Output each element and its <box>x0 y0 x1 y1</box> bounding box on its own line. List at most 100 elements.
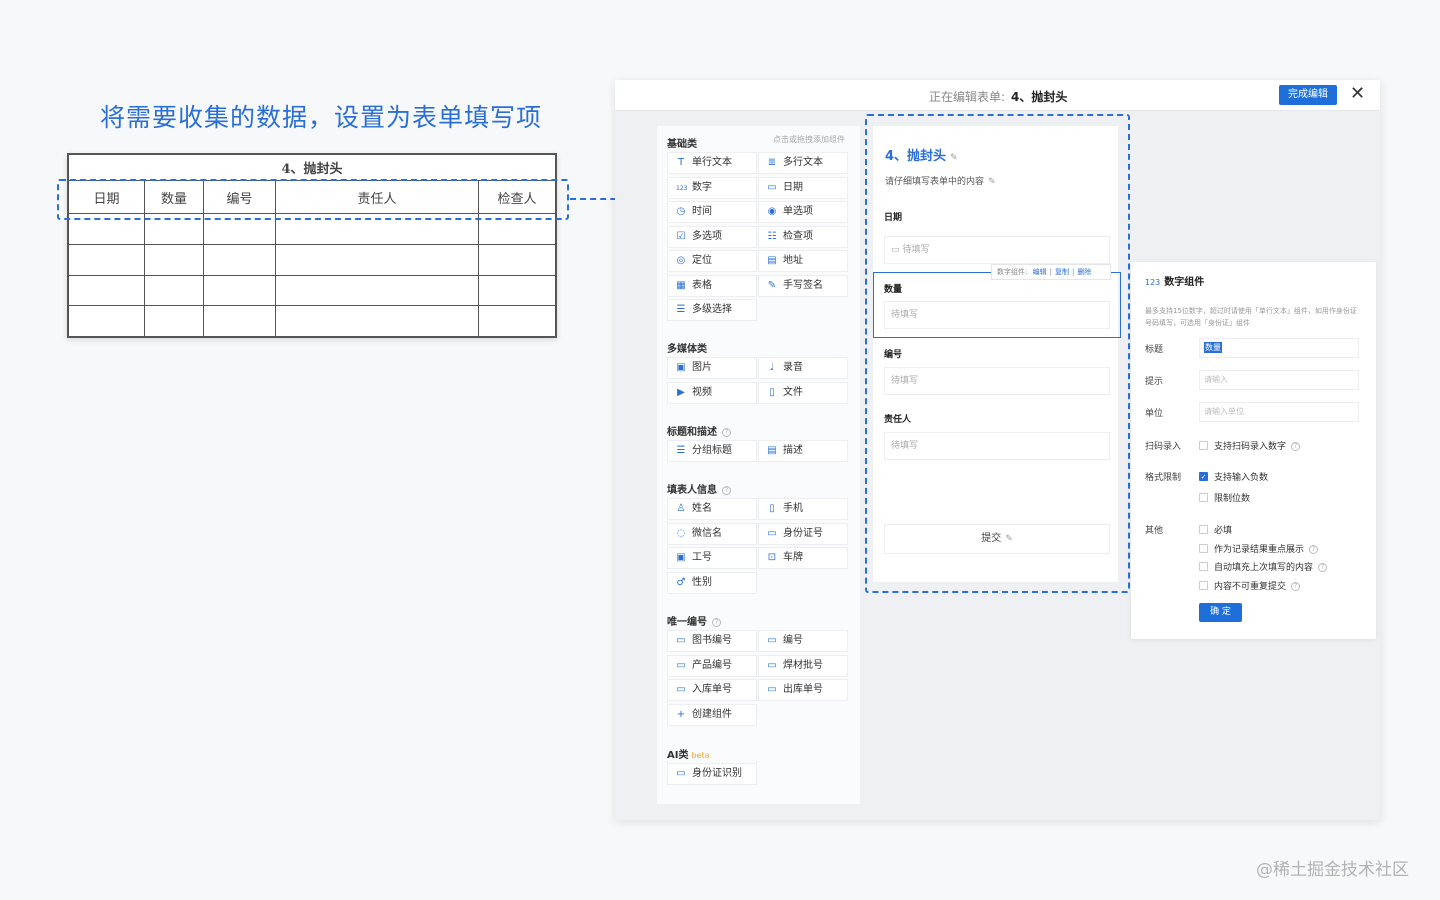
palette-item[interactable]: ▭ 产品编号 <box>667 654 757 677</box>
palette-item-label: 录音 <box>783 362 803 373</box>
palette-item[interactable]: T 单行文本 <box>667 152 757 174</box>
palette-item-label: 地址 <box>783 255 803 266</box>
component-icon: ▤ <box>767 445 777 456</box>
editor-topbar: 正在编辑表单: 4、抛封头 完成编辑 ✕ <box>615 80 1380 111</box>
component-icon: + <box>676 708 686 720</box>
component-icon: ⊡ <box>767 552 777 563</box>
palette-item[interactable]: ☰ 多级选择 <box>667 299 757 321</box>
confirm-button[interactable]: 确 定 <box>1199 603 1242 622</box>
palette-item-label: 创建组件 <box>692 708 732 720</box>
properties-description: 最多支持15位数字，超过时请使用「单行文本」组件，如用作身份证号码填写，可选用「… <box>1145 307 1357 327</box>
help-icon: ? <box>1291 442 1301 451</box>
palette-item[interactable]: ◌ 微信名 <box>667 522 757 545</box>
component-icon: ▭ <box>676 635 686 646</box>
palette-item[interactable]: ▣ 工号 <box>667 547 757 569</box>
palette-item-label: 定位 <box>692 255 712 266</box>
scan-label: 扫码录入 <box>1145 442 1182 452</box>
palette-item-label: 车牌 <box>783 552 803 563</box>
palette-item[interactable]: ▣ 图片 <box>667 357 757 379</box>
component-icon: ◉ <box>767 206 777 217</box>
scan-option[interactable]: 支持扫码录入数字? <box>1199 439 1301 452</box>
checkbox[interactable] <box>1199 441 1208 450</box>
palette-item-label: 文件 <box>783 386 803 398</box>
palette-item-label: 多级选择 <box>692 304 732 315</box>
palette-item-label: 分组标题 <box>692 445 732 456</box>
component-icon: ◌ <box>676 527 686 539</box>
beta-badge: beta <box>691 751 710 760</box>
palette-item[interactable]: ≣ 多行文本 <box>758 152 848 174</box>
limit-digits-label: 限制位数 <box>1214 494 1251 504</box>
palette-item[interactable]: ✎ 手写签名 <box>758 274 848 297</box>
palette-section-title-text: 填表人信息 <box>667 485 717 496</box>
palette-item-label: 数字 <box>692 181 712 193</box>
palette-section-title-text: AI类 <box>667 750 689 761</box>
component-icon: ☰ <box>676 304 686 315</box>
checkbox[interactable] <box>1199 544 1208 553</box>
number-icon: 123 <box>1145 278 1161 287</box>
palette-item[interactable]: ♂ 性别 <box>667 571 757 594</box>
palette-item[interactable]: 123 数字 <box>667 176 757 199</box>
autofill-option[interactable]: 自动填充上次填写的内容? <box>1199 560 1328 573</box>
palette-item-label: 姓名 <box>692 503 712 514</box>
checkbox[interactable] <box>1199 525 1208 534</box>
palette-item[interactable]: ⊡ 车牌 <box>758 547 848 569</box>
properties-panel: 123 数字组件 最多支持15位数字，超过时请使用「单行文本」组件，如用作身份证号… <box>1131 262 1376 639</box>
palette-section-title-text: 唯一编号 <box>667 617 707 628</box>
palette-item[interactable]: ▯ 文件 <box>758 381 848 404</box>
title-input[interactable]: 数量 <box>1199 338 1359 358</box>
palette-item-label: 身份证号 <box>783 527 823 539</box>
required-option[interactable]: 必填 <box>1199 523 1232 536</box>
palette-item[interactable]: ▭ 身份证识别 <box>667 763 757 785</box>
palette-item[interactable]: ☷ 检查项 <box>758 225 848 248</box>
unit-input[interactable]: 请输入单位 <box>1199 402 1359 422</box>
palette-item[interactable]: ▭ 身份证号 <box>758 522 848 545</box>
limit-digits-option[interactable]: 限制位数 <box>1199 491 1250 504</box>
palette-item[interactable]: ▭ 焊材批号 <box>758 654 848 677</box>
component-icon: ▭ <box>767 635 777 646</box>
editing-label: 正在编辑表单: <box>929 90 1006 104</box>
palette-item-label: 入库单号 <box>692 684 732 695</box>
palette-item[interactable]: + 创建组件 <box>667 703 757 726</box>
component-icon: ▣ <box>676 552 686 563</box>
checkbox-checked[interactable]: ✓ <box>1199 472 1208 481</box>
palette-item-label: 编号 <box>783 635 803 646</box>
palette-item[interactable]: ▯ 手机 <box>758 498 848 520</box>
component-icon: ▯ <box>769 386 775 398</box>
checkbox[interactable] <box>1199 493 1208 502</box>
editing-form-name: 4、抛封头 <box>1011 90 1068 104</box>
palette-item[interactable]: ☑ 多选项 <box>667 225 757 248</box>
help-icon: ? <box>712 617 721 627</box>
palette-item[interactable]: ▭ 出库单号 <box>758 679 848 701</box>
checkbox[interactable] <box>1199 581 1208 590</box>
palette-item-label: 性别 <box>692 576 712 588</box>
palette-item[interactable]: ◉ 单选项 <box>758 201 848 223</box>
palette-item[interactable]: ▶ 视频 <box>667 381 757 404</box>
palette-item[interactable]: ▤ 描述 <box>758 440 848 462</box>
palette-section-title: AI类 beta <box>667 746 710 761</box>
hint-label: 提示 <box>1145 377 1164 387</box>
checkbox[interactable] <box>1199 562 1208 571</box>
palette-item[interactable]: ◷ 时间 <box>667 201 757 223</box>
palette-item[interactable]: ▤ 地址 <box>758 250 848 272</box>
palette-item[interactable]: ▭ 图书编号 <box>667 630 757 652</box>
palette-item[interactable]: ▭ 入库单号 <box>667 679 757 701</box>
header-highlight-box <box>57 179 569 220</box>
finish-editing-button[interactable]: 完成编辑 <box>1279 85 1337 105</box>
hint-input[interactable]: 请输入 <box>1199 370 1359 390</box>
palette-item[interactable]: ▦ 表格 <box>667 274 757 297</box>
unit-label: 单位 <box>1145 409 1164 419</box>
no-duplicate-option[interactable]: 内容不可重复提交? <box>1199 579 1301 592</box>
highlight-result-option[interactable]: 作为记录结果重点展示? <box>1199 542 1319 555</box>
palette-item[interactable]: ☰ 分组标题 <box>667 440 757 462</box>
palette-item[interactable]: ◎ 定位 <box>667 250 757 272</box>
negative-number-option[interactable]: ✓ 支持输入负数 <box>1199 470 1268 483</box>
close-icon[interactable]: ✕ <box>1350 84 1365 104</box>
palette-item[interactable]: ♩ 录音 <box>758 357 848 379</box>
palette-item[interactable]: ♙ 姓名 <box>667 498 757 520</box>
properties-title: 123 数字组件 <box>1145 273 1204 288</box>
watermark: @稀土掘金技术社区 <box>1256 860 1409 880</box>
palette-item-label: 多选项 <box>692 230 722 242</box>
palette-item-label: 视频 <box>692 386 712 398</box>
palette-item[interactable]: ▭ 日期 <box>758 176 848 199</box>
palette-item[interactable]: ▭ 编号 <box>758 630 848 652</box>
